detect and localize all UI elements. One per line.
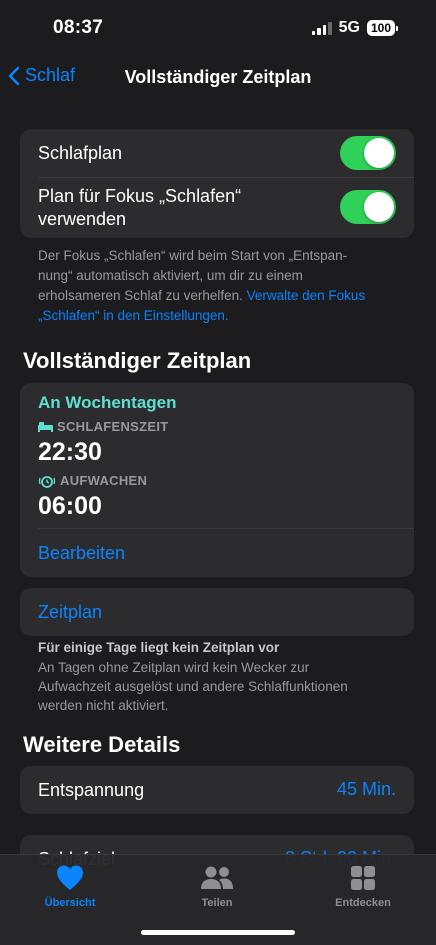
navigation-bar: Schlaf Vollständiger Zeitplan: [0, 56, 436, 100]
heart-icon: [57, 865, 83, 890]
tab-share[interactable]: Teilen: [157, 863, 277, 909]
battery-level: 100: [366, 20, 395, 36]
winddown-row[interactable]: Entspannung 45 Min.: [20, 766, 414, 814]
people-icon: [201, 866, 233, 889]
manage-focus-link[interactable]: Verwalte den Fokus: [247, 288, 366, 303]
cellular-signal-icon: [311, 21, 332, 35]
no-schedule-note: An Tagen ohne Zeitplan wird kein Wecker …: [38, 660, 348, 713]
grid-icon: [351, 866, 375, 890]
sleep-plan-toggle[interactable]: [340, 136, 396, 170]
sleep-plan-label: Schlafplan: [38, 143, 123, 163]
battery-icon: 100: [366, 20, 398, 36]
home-indicator: [141, 930, 295, 935]
winddown-value: 45 Min.: [336, 779, 396, 799]
full-schedule-heading: Vollständiger Zeitplan: [23, 348, 252, 373]
sleep-settings-card: Schlafplan Plan für Fokus „Schlafen“ ver…: [20, 129, 414, 238]
sleep-focus-footnote: Der Fokus „Schlafen“ wird beim Start von…: [38, 246, 403, 326]
tab-discover[interactable]: Entdecken: [303, 863, 423, 909]
sleep-plan-row: Schlafplan: [20, 129, 414, 177]
status-time: 08:37: [53, 17, 104, 38]
status-bar: 08:37 5G 100: [0, 0, 436, 54]
manage-focus-link-cont[interactable]: „Schlafen“ in den Einstellungen.: [38, 306, 403, 326]
sleep-focus-label-line1: Plan für Fokus „Schlafen“: [38, 186, 242, 206]
no-schedule-title: Für einige Tage liegt kein Zeitplan vor: [38, 640, 280, 655]
network-type: 5G: [338, 19, 360, 36]
edit-schedule-button[interactable]: Bearbeiten: [38, 543, 125, 564]
sleep-focus-row: Plan für Fokus „Schlafen“ verwenden: [20, 177, 414, 238]
bedtime-label-row: SCHLAFENSZEIT: [38, 419, 169, 434]
further-details-heading: Weitere Details: [23, 732, 181, 757]
tab-overview[interactable]: Übersicht: [10, 863, 130, 909]
sleep-focus-label-line2: verwenden: [38, 209, 127, 229]
wake-value: 06:00: [38, 492, 102, 520]
wake-label-row: AUFWACHEN: [38, 473, 147, 488]
status-indicators: 5G 100: [311, 19, 398, 37]
bed-icon: [38, 422, 53, 432]
bedtime-value: 22:30: [38, 438, 102, 466]
sleep-focus-toggle[interactable]: [340, 190, 396, 224]
weekday-label: An Wochentagen: [38, 393, 177, 412]
add-schedule-card: Zeitplan: [20, 588, 414, 636]
weekday-schedule-card: An Wochentagen SCHLAFENSZEIT 22:30 AUFWA…: [20, 383, 414, 577]
winddown-label: Entspannung: [38, 780, 145, 800]
page-title: Vollständiger Zeitplan: [124, 67, 312, 87]
add-schedule-button[interactable]: Zeitplan: [38, 602, 102, 623]
alarm-icon: [38, 475, 56, 488]
